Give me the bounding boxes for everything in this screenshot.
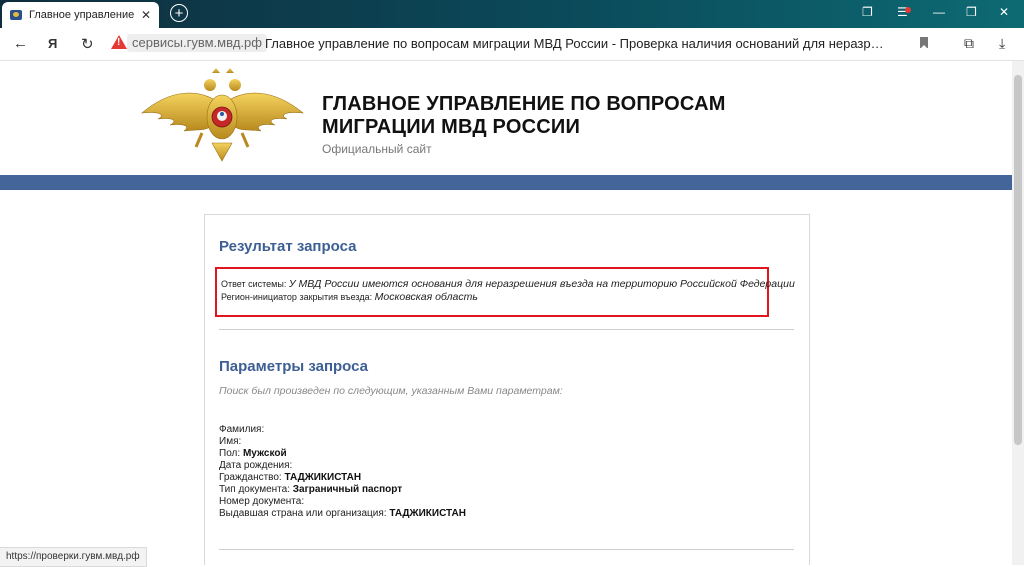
address-page-title[interactable]: Главное управление по вопросам миграции … [265,36,890,51]
system-response-value: У МВД России имеются основания для нераз… [288,278,795,290]
params-heading: Параметры запроса [219,358,369,375]
site-subtitle: Официальный сайт [322,142,432,156]
window-close-icon[interactable]: ✕ [999,5,1009,19]
param-sex-label: Пол: [219,448,241,459]
back-button[interactable]: ← [13,35,28,52]
param-doc-type-value: Заграничный паспорт [292,484,403,495]
region-label: Регион-инициатор закрытия въезда: [221,292,373,302]
params-note: Поиск был произведен по следующим, указа… [219,385,563,397]
yandex-icon[interactable]: Я [48,36,57,51]
divider [219,329,794,330]
param-doc-type-label: Тип документа: [219,484,290,495]
emblem-eagle-icon [141,68,304,162]
system-response-line: Ответ системы: У МВД России имеются осно… [221,278,795,290]
param-citizenship-value: ТАДЖИКИСТАН [284,472,362,483]
param-citizenship-label: Гражданство: [219,472,282,483]
status-url: https://проверки.гувм.мвд.рф [0,547,147,567]
notification-dot-icon [905,7,911,13]
restore-icon[interactable]: ❒ [966,5,977,19]
param-sex-value: Мужской [242,448,287,459]
extensions-icon[interactable]: ⧉ [964,35,974,52]
param-surname: Фамилия: [219,424,264,435]
tabs-icon[interactable]: ❐ [862,5,873,19]
web-page: ГЛАВНОЕ УПРАВЛЕНИЕ ПО ВОПРОСАМ МИГРАЦИИ … [0,61,1012,565]
param-sex: Пол: Мужской [219,448,287,459]
tab-title: Главное управление по [29,9,137,21]
warning-icon[interactable]: ! [111,35,127,49]
reload-button[interactable]: ↻ [81,35,94,53]
param-birth-label: Дата рождения: [219,460,293,471]
region-line: Регион-инициатор закрытия въезда: Москов… [221,291,478,303]
param-issuer-value: ТАДЖИКИСТАН [389,508,466,519]
param-name-label: Имя: [219,436,242,447]
browser-tab[interactable]: Главное управление по ✕ [2,2,159,28]
param-citizenship: Гражданство: ТАДЖИКИСТАН [219,472,361,483]
param-doc-type: Тип документа: Заграничный паспорт [219,484,402,495]
new-tab-button[interactable]: + [170,4,188,22]
download-icon[interactable]: ⤓ [999,35,1005,52]
scroll-thumb[interactable] [1014,75,1022,445]
scrollbar[interactable] [1012,61,1024,565]
result-highlight-box: Ответ системы: У МВД России имеются осно… [215,267,795,317]
bookmark-icon[interactable] [920,37,928,49]
param-surname-label: Фамилия: [219,424,265,435]
site-title-line1: ГЛАВНОЕ УПРАВЛЕНИЕ ПО ВОПРОСАМ [322,93,726,115]
header-band [0,175,1012,190]
divider-bottom [219,549,794,550]
result-card: Результат запроса Ответ системы: У МВД Р… [204,214,810,565]
result-heading: Результат запроса [219,238,357,255]
site-title: ГЛАВНОЕ УПРАВЛЕНИЕ ПО ВОПРОСАМ МИГРАЦИИ … [322,93,726,139]
param-doc-number-label: Номер документа: [219,496,305,507]
site-favicon-icon [10,10,22,20]
minimize-icon[interactable]: — [933,5,945,19]
param-doc-number: Номер документа: [219,496,304,507]
site-title-line2: МИГРАЦИИ МВД РОССИИ [322,116,581,138]
param-issuer: Выдавшая страна или организация: ТАДЖИКИ… [219,508,466,519]
system-response-label: Ответ системы: [221,279,287,289]
param-name: Имя: [219,436,241,447]
param-birth: Дата рождения: [219,460,292,471]
param-issuer-label: Выдавшая страна или организация: [219,508,387,519]
url-domain[interactable]: сервисы.гувм.мвд.рф [127,34,267,52]
browser-tab-bar: Главное управление по ✕ + ❐ ☰ — ❒ ✕ [0,0,1024,28]
close-icon[interactable]: ✕ [141,8,151,22]
address-bar: ← Я ↻ ! сервисы.гувм.мвд.рф Главное упра… [0,28,1024,61]
region-value: Московская область [374,291,478,303]
